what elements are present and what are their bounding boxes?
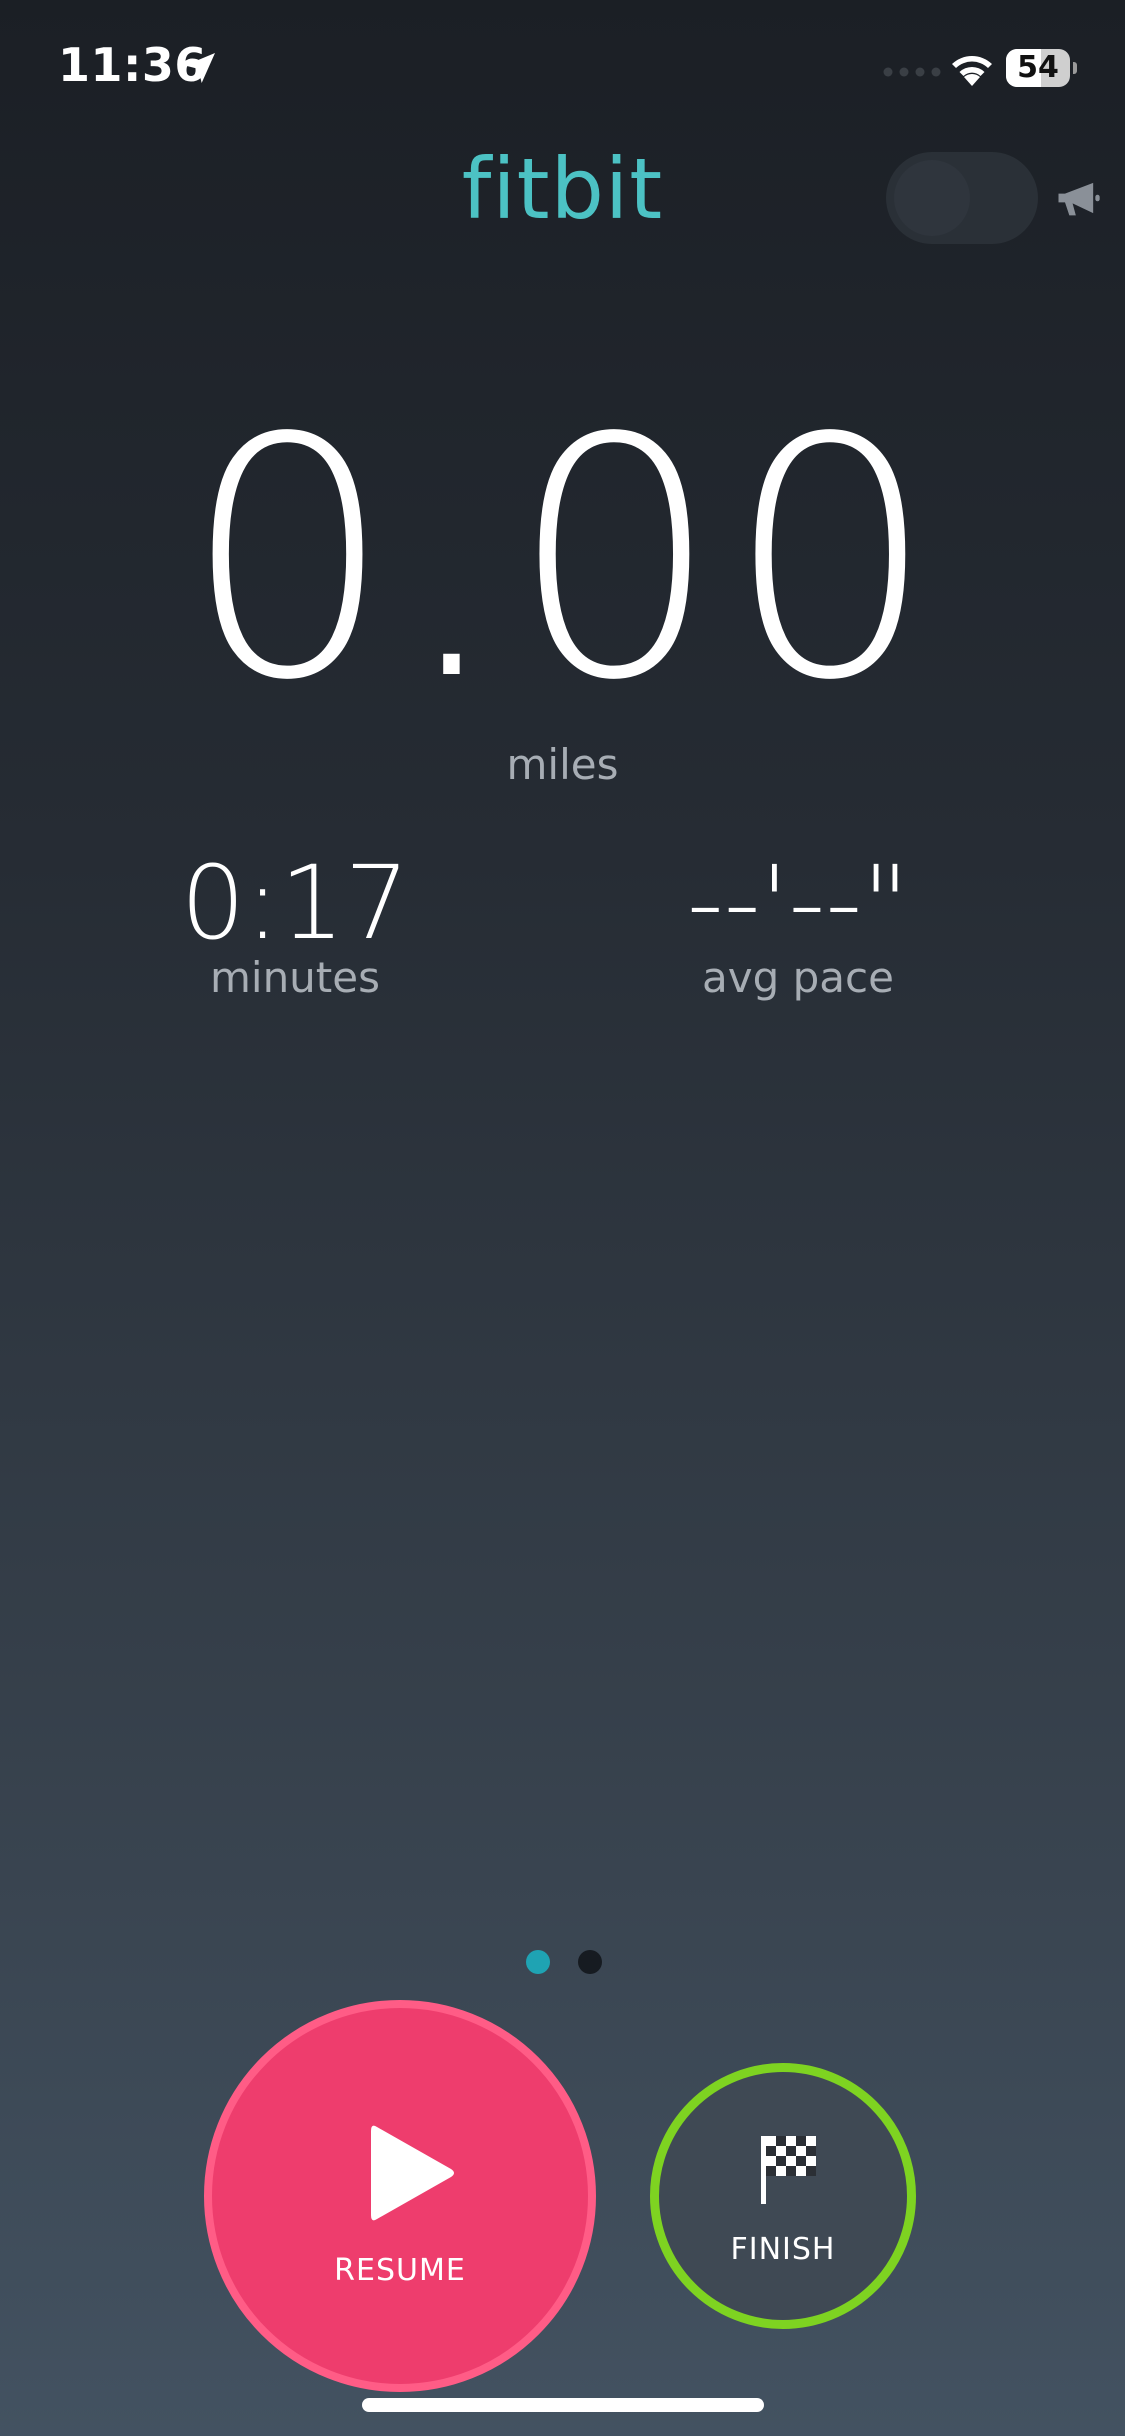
checkered-flag-icon	[761, 2136, 816, 2204]
distance-unit: miles	[506, 740, 619, 789]
battery-level: 54	[1017, 50, 1059, 85]
pace-value: --'--"	[686, 844, 910, 963]
battery-nub	[1073, 62, 1077, 74]
page-dot-2[interactable]	[578, 1950, 602, 1974]
finish-label: FINISH	[730, 2232, 836, 2267]
voice-cues-toggle[interactable]	[886, 152, 1038, 244]
home-indicator[interactable]	[362, 2398, 764, 2412]
signal-icon	[883, 67, 941, 77]
pace-label: avg pace	[702, 953, 894, 1003]
play-icon	[371, 2125, 454, 2221]
battery-indicator: 54	[1006, 49, 1077, 87]
duration-stat: 0:17 minutes	[95, 850, 495, 1002]
resume-label: RESUME	[334, 2253, 466, 2288]
pace-stat: --'--" avg pace	[598, 850, 998, 1002]
wifi-icon	[952, 56, 992, 86]
resume-button[interactable]: RESUME	[204, 2000, 596, 2392]
page-dot-1[interactable]	[526, 1950, 550, 1974]
finish-button[interactable]: FINISH	[650, 2063, 916, 2329]
location-arrow-icon	[185, 53, 215, 83]
megaphone-icon[interactable]	[1052, 172, 1104, 224]
distance-value: 0.00	[183, 368, 942, 752]
duration-label: minutes	[209, 953, 380, 1003]
duration-value: 0:17	[180, 844, 410, 963]
toggle-knob	[894, 160, 970, 236]
